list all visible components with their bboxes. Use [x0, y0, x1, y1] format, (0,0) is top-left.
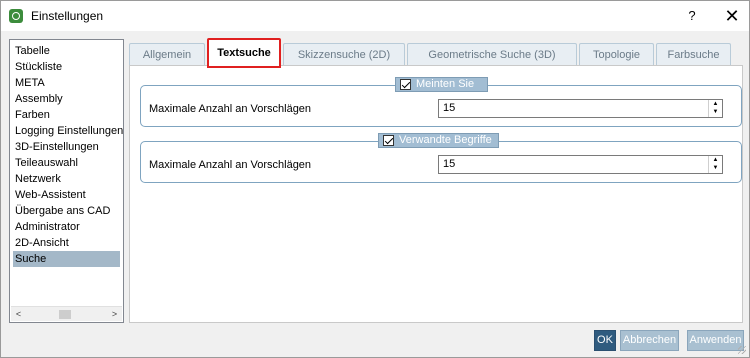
spin-down-icon[interactable]: ▼	[709, 108, 722, 116]
settings-dialog: Einstellungen ? ✕ Tabelle Stückliste MET…	[0, 0, 750, 358]
max-suggestions-value[interactable]: 15	[443, 102, 455, 114]
title-bar: Einstellungen ? ✕	[1, 1, 749, 31]
max-suggestions-spinbox[interactable]: 15 ▲ ▼	[438, 155, 723, 174]
verwandte-begriffe-checkbox[interactable]	[383, 135, 394, 146]
sidebar-item-farben[interactable]: Farben	[13, 107, 50, 123]
spin-buttons: ▲ ▼	[708, 156, 722, 173]
tab-topologie[interactable]: Topologie	[579, 43, 654, 66]
max-suggestions-label: Maximale Anzahl an Vorschlägen	[149, 103, 312, 115]
max-suggestions-label: Maximale Anzahl an Vorschlägen	[149, 159, 312, 171]
tab-skizzensuche-2d[interactable]: Skizzensuche (2D)	[283, 43, 405, 66]
max-suggestions-spinbox[interactable]: 15 ▲ ▼	[438, 99, 723, 118]
sidebar-item-administrator[interactable]: Administrator	[13, 219, 80, 235]
tab-geometrische-suche-3d[interactable]: Geometrische Suche (3D)	[407, 43, 577, 66]
sidebar-item-uebergabe-cad[interactable]: Übergabe ans CAD	[13, 203, 110, 219]
meinten-sie-checkbox[interactable]	[400, 79, 411, 90]
sidebar-item-tabelle[interactable]: Tabelle	[13, 43, 50, 59]
window-title: Einstellungen	[31, 9, 104, 23]
sidebar-item-3d-einstellungen[interactable]: 3D-Einstellungen	[13, 139, 99, 155]
verwandte-begriffe-header[interactable]: Verwandte Begriffe	[378, 133, 499, 148]
sidebar-item-2d-ansicht[interactable]: 2D-Ansicht	[13, 235, 69, 251]
sidebar-item-netzwerk[interactable]: Netzwerk	[13, 171, 61, 187]
horizontal-scrollbar[interactable]: < >	[11, 306, 122, 321]
sidebar-item-suche[interactable]: Suche	[13, 251, 120, 267]
spin-up-icon[interactable]: ▲	[709, 100, 722, 108]
close-button[interactable]: ✕	[721, 5, 743, 27]
sidebar-item-assembly[interactable]: Assembly	[13, 91, 63, 107]
max-suggestions-value[interactable]: 15	[443, 158, 455, 170]
help-button[interactable]: ?	[682, 6, 702, 26]
meinten-sie-title: Meinten Sie	[416, 78, 475, 90]
tab-allgemein[interactable]: Allgemein	[129, 43, 205, 66]
cancel-button[interactable]: Abbrechen	[620, 330, 679, 351]
spin-down-icon[interactable]: ▼	[709, 164, 722, 172]
sidebar-item-stueckliste[interactable]: Stückliste	[13, 59, 62, 75]
sidebar-item-teileauswahl[interactable]: Teileauswahl	[13, 155, 78, 171]
settings-category-list[interactable]: Tabelle Stückliste META Assembly Farben …	[9, 39, 124, 323]
apply-button[interactable]: Anwenden	[687, 330, 744, 351]
tab-farbsuche[interactable]: Farbsuche	[656, 43, 731, 66]
sidebar-item-web-assistent[interactable]: Web-Assistent	[13, 187, 86, 203]
scroll-left-icon[interactable]: <	[11, 307, 26, 322]
resize-grip-icon[interactable]	[738, 346, 746, 354]
app-icon	[9, 9, 23, 23]
verwandte-begriffe-title: Verwandte Begriffe	[399, 134, 492, 146]
spin-buttons: ▲ ▼	[708, 100, 722, 117]
tab-textsuche[interactable]: Textsuche	[207, 38, 281, 68]
meinten-sie-header[interactable]: Meinten Sie	[395, 77, 488, 92]
scroll-thumb[interactable]	[59, 310, 71, 319]
spin-up-icon[interactable]: ▲	[709, 156, 722, 164]
scroll-right-icon[interactable]: >	[107, 307, 122, 322]
sidebar-item-meta[interactable]: META	[13, 75, 45, 91]
sidebar-item-logging[interactable]: Logging Einstellungen	[13, 123, 123, 139]
ok-button[interactable]: OK	[594, 330, 616, 351]
